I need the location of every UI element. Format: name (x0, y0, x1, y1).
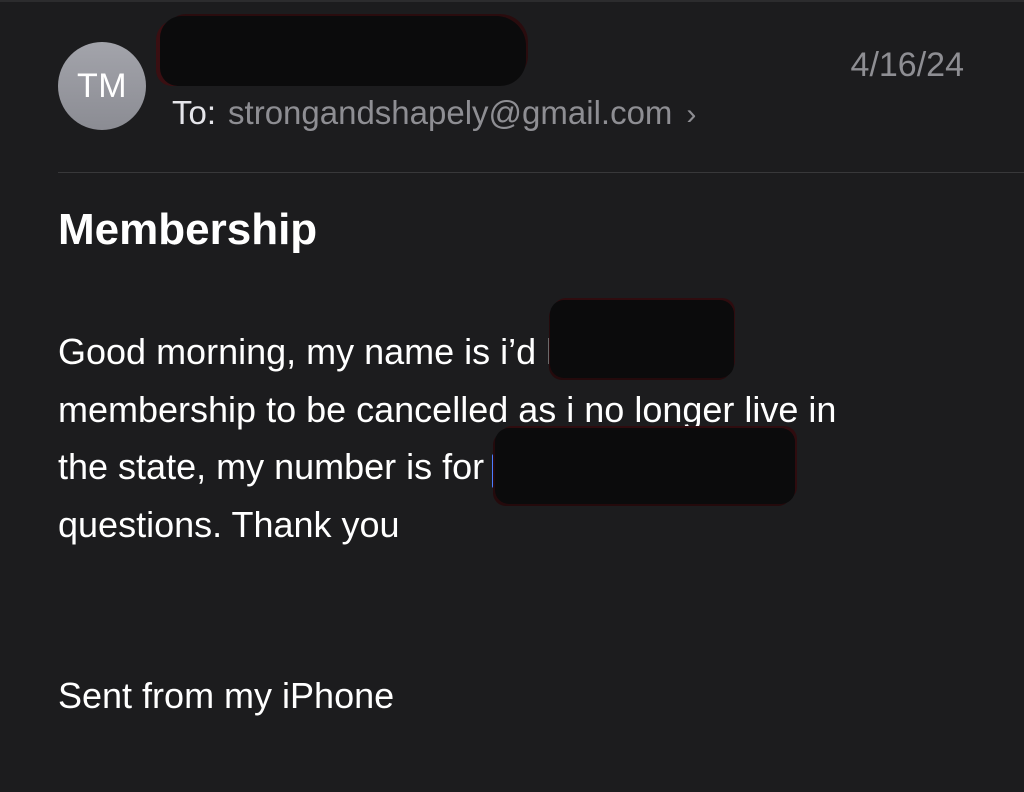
email-date: 4/16/24 (850, 46, 964, 84)
chevron-right-icon[interactable]: › (686, 98, 696, 132)
avatar-initials: TM (76, 66, 128, 105)
body-line: questions. Thank you (58, 504, 400, 545)
name-redaction (550, 300, 734, 378)
phone-redaction (495, 428, 795, 504)
to-label: To: (172, 94, 217, 131)
sender-name-redaction (160, 16, 526, 86)
sender-avatar[interactable]: TM (58, 42, 146, 130)
body-line: membership to be cancelled as i no longe… (58, 389, 837, 430)
recipient-line[interactable]: To: strongandshapely@gmail.com › (172, 94, 696, 132)
email-signature: Sent from my iPhone (58, 675, 395, 716)
email-subject: Membership (58, 205, 318, 254)
body-line: the state, my number is for any (58, 446, 553, 487)
header-divider (58, 172, 1024, 173)
top-edge (0, 0, 1024, 2)
recipient-address[interactable]: strongandshapely@gmail.com (228, 94, 672, 132)
